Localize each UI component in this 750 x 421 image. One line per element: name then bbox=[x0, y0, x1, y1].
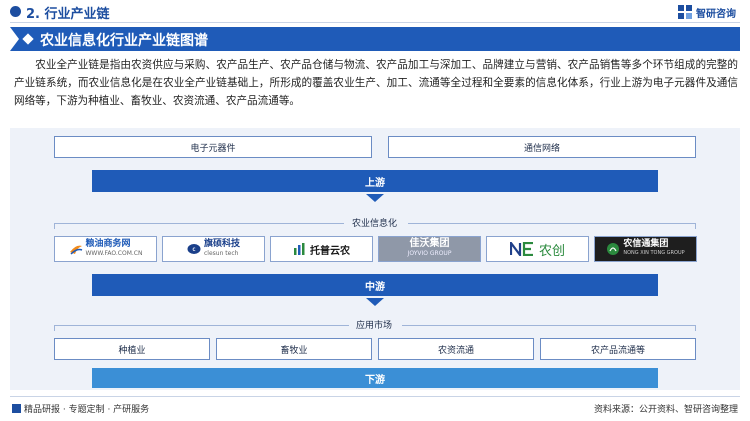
brand-logo-text: 智研咨询 bbox=[696, 8, 736, 20]
company-name: 托普云农 bbox=[310, 245, 350, 257]
brand-logo-icon bbox=[678, 5, 692, 19]
diamond-icon bbox=[22, 33, 34, 45]
nongchuang-logo-icon bbox=[509, 242, 533, 256]
midstream-divider-left bbox=[54, 223, 344, 224]
footer-tagline: 精品研报 · 专题定制 · 产研服务 bbox=[12, 402, 149, 415]
upstream-bar: 上游 bbox=[92, 170, 658, 192]
company-name: 佳沃集团 bbox=[409, 238, 450, 249]
top-divider bbox=[10, 22, 740, 23]
title-banner: 农业信息化行业产业链图谱 bbox=[10, 27, 740, 51]
top-bar: 2. 行业产业链 智研咨询 bbox=[0, 0, 750, 24]
downstream-divider-left bbox=[54, 325, 349, 326]
upstream-item-electronic-components: 电子元器件 bbox=[54, 136, 372, 158]
clesun-logo-icon: C bbox=[187, 244, 201, 254]
downstream-item-agri-supplies-circulation: 农资流通 bbox=[378, 338, 534, 360]
banner-title: 农业信息化行业产业链图谱 bbox=[40, 33, 208, 49]
industry-chain-diagram: 电子元器件 通信网络 上游 农业信息化 粮油商务网 WWW.FAO.COM.CN… bbox=[10, 128, 740, 390]
grain-oil-logo-icon bbox=[69, 245, 82, 255]
midstream-divider-cap-left bbox=[54, 223, 55, 229]
company-logo-card: 农创 bbox=[486, 236, 589, 262]
midstream-section-label: 农业信息化 bbox=[352, 219, 398, 229]
midstream-divider-right bbox=[408, 223, 696, 224]
midstream-divider-cap-right bbox=[695, 223, 696, 229]
company-subtitle: JOYVIO GROUP bbox=[407, 250, 452, 257]
nongxintong-logo-icon bbox=[607, 243, 620, 255]
downstream-item-animal-husbandry: 畜牧业 bbox=[216, 338, 372, 360]
downstream-divider-cap-left bbox=[54, 325, 55, 331]
company-name: 农信通集团 bbox=[623, 239, 669, 249]
intro-paragraph: 农业全产业链是指由农资供应与采购、农产品生产、农产品仓储与物流、农产品加工与深加… bbox=[14, 59, 738, 107]
down-arrow-icon bbox=[366, 194, 384, 202]
company-subtitle: NONG XIN TONG GROUP bbox=[623, 250, 685, 256]
down-arrow-icon bbox=[366, 298, 384, 306]
company-logo-card: 粮油商务网 WWW.FAO.COM.CN bbox=[54, 236, 157, 262]
company-logo-card: C 旗硕科技 clesun tech bbox=[162, 236, 265, 262]
downstream-section-label: 应用市场 bbox=[356, 321, 393, 331]
banner-notch bbox=[10, 27, 19, 51]
section-title: 2. 行业产业链 bbox=[26, 7, 110, 22]
company-name: 粮油商务网 bbox=[85, 239, 131, 249]
company-logo-card: 农信通集团 NONG XIN TONG GROUP bbox=[594, 236, 697, 262]
top-cloud-agri-logo-icon bbox=[294, 243, 305, 255]
section-bullet-icon bbox=[10, 6, 21, 17]
brand-small-icon bbox=[12, 404, 21, 413]
company-name: 农创 bbox=[538, 243, 565, 259]
company-logo-card: 佳沃集团 JOYVIO GROUP bbox=[378, 236, 481, 262]
company-logo-card: 托普云农 bbox=[270, 236, 373, 262]
downstream-item-planting: 种植业 bbox=[54, 338, 210, 360]
downstream-bar: 下游 bbox=[92, 368, 658, 388]
midstream-bar: 中游 bbox=[92, 274, 658, 296]
footer: 精品研报 · 专题定制 · 产研服务 资料来源：公开资料、智研咨询整理 bbox=[10, 396, 740, 416]
downstream-divider-cap-right bbox=[695, 325, 696, 331]
company-subtitle: WWW.FAO.COM.CN bbox=[85, 250, 143, 257]
upstream-item-communication-network: 通信网络 bbox=[388, 136, 696, 158]
svg-text:C: C bbox=[193, 247, 196, 252]
company-name: 旗硕科技 bbox=[203, 239, 240, 249]
downstream-divider-right bbox=[402, 325, 696, 326]
downstream-item-agri-product-circulation: 农产品流通等 bbox=[540, 338, 696, 360]
footer-tagline-text: 精品研报 · 专题定制 · 产研服务 bbox=[24, 405, 150, 415]
brand-logo: 智研咨询 bbox=[678, 4, 736, 20]
company-subtitle: clesun tech bbox=[203, 250, 239, 257]
footer-source: 资料来源：公开资料、智研咨询整理 bbox=[593, 405, 738, 415]
